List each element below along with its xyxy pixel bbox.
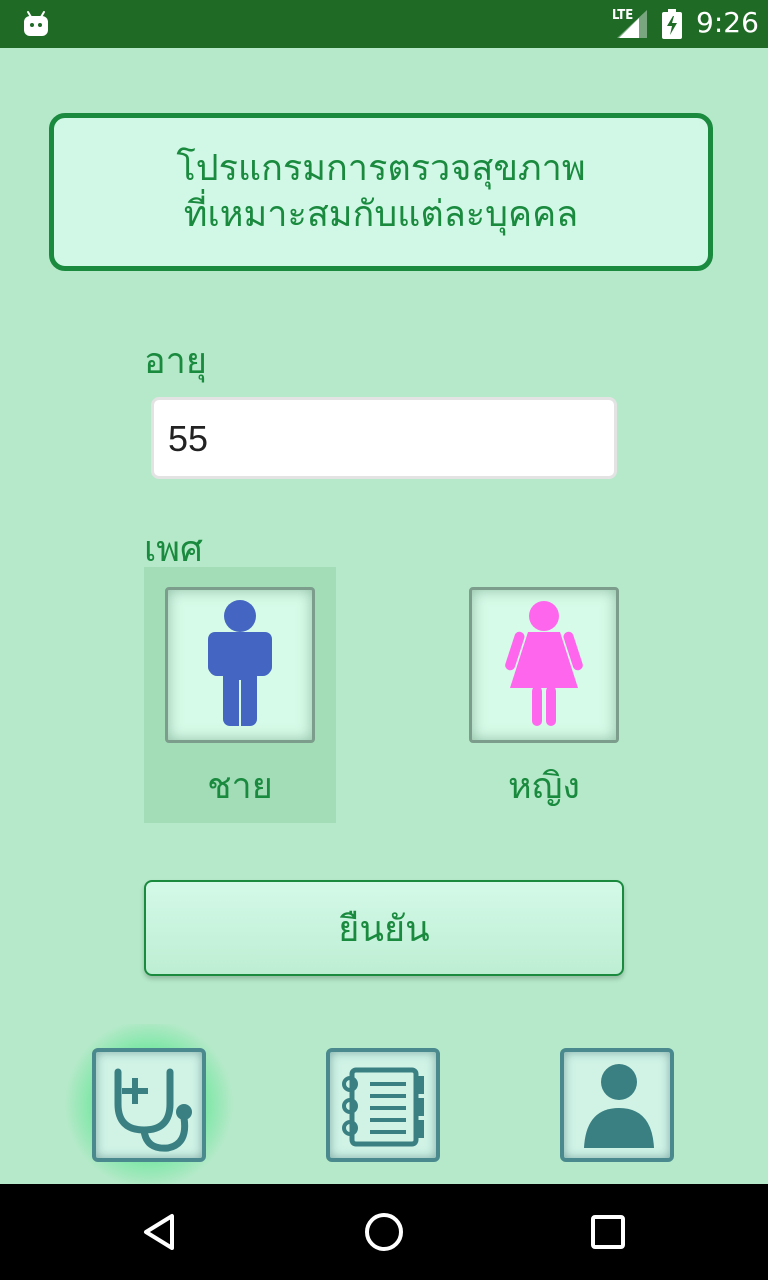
- female-icon: [505, 601, 583, 726]
- battery-charging-icon: [662, 9, 682, 39]
- clock: 9:26: [696, 6, 759, 39]
- tab-profile[interactable]: [532, 1024, 702, 1184]
- recents-button[interactable]: [560, 1184, 656, 1280]
- female-card[interactable]: [469, 587, 619, 743]
- male-card[interactable]: [165, 587, 315, 743]
- male-icon: [208, 600, 272, 726]
- title-line-2: ที่เหมาะสมกับแต่ละบุคคล: [183, 194, 579, 235]
- notebook-icon: [342, 1067, 424, 1147]
- female-label: หญิง: [508, 766, 580, 807]
- age-label: อายุ: [144, 341, 207, 382]
- tab-checkup[interactable]: [64, 1024, 234, 1184]
- home-button[interactable]: [336, 1184, 432, 1280]
- title-line-1: โปรแกรมการตรวจสุขภาพ: [176, 148, 586, 189]
- tab-profile-icon-box[interactable]: [560, 1048, 674, 1162]
- tab-records-icon-box[interactable]: [326, 1048, 440, 1162]
- male-label: ชาย: [207, 766, 273, 807]
- signal-icon: [617, 10, 647, 38]
- confirm-button[interactable]: ยืนยัน: [144, 880, 624, 976]
- home-icon: [365, 1213, 403, 1251]
- android-notification-icon: [24, 11, 48, 36]
- app-title-banner: โปรแกรมการตรวจสุขภาพ ที่เหมาะสมกับแต่ละบ…: [49, 113, 713, 271]
- status-bar: LTE 9:26: [0, 0, 768, 48]
- person-icon: [584, 1064, 654, 1148]
- gender-option-male[interactable]: ชาย: [144, 567, 336, 823]
- tab-records[interactable]: [298, 1024, 468, 1184]
- back-button[interactable]: [112, 1184, 208, 1280]
- recents-icon: [591, 1215, 625, 1249]
- system-navigation-bar: [0, 1184, 768, 1280]
- tab-checkup-icon-box[interactable]: [92, 1048, 206, 1162]
- age-input[interactable]: 55: [151, 397, 617, 479]
- back-icon: [144, 1214, 174, 1250]
- confirm-button-label: ยืนยัน: [338, 908, 430, 950]
- gender-option-female[interactable]: หญิง: [448, 567, 640, 823]
- stethoscope-icon: [114, 1068, 192, 1152]
